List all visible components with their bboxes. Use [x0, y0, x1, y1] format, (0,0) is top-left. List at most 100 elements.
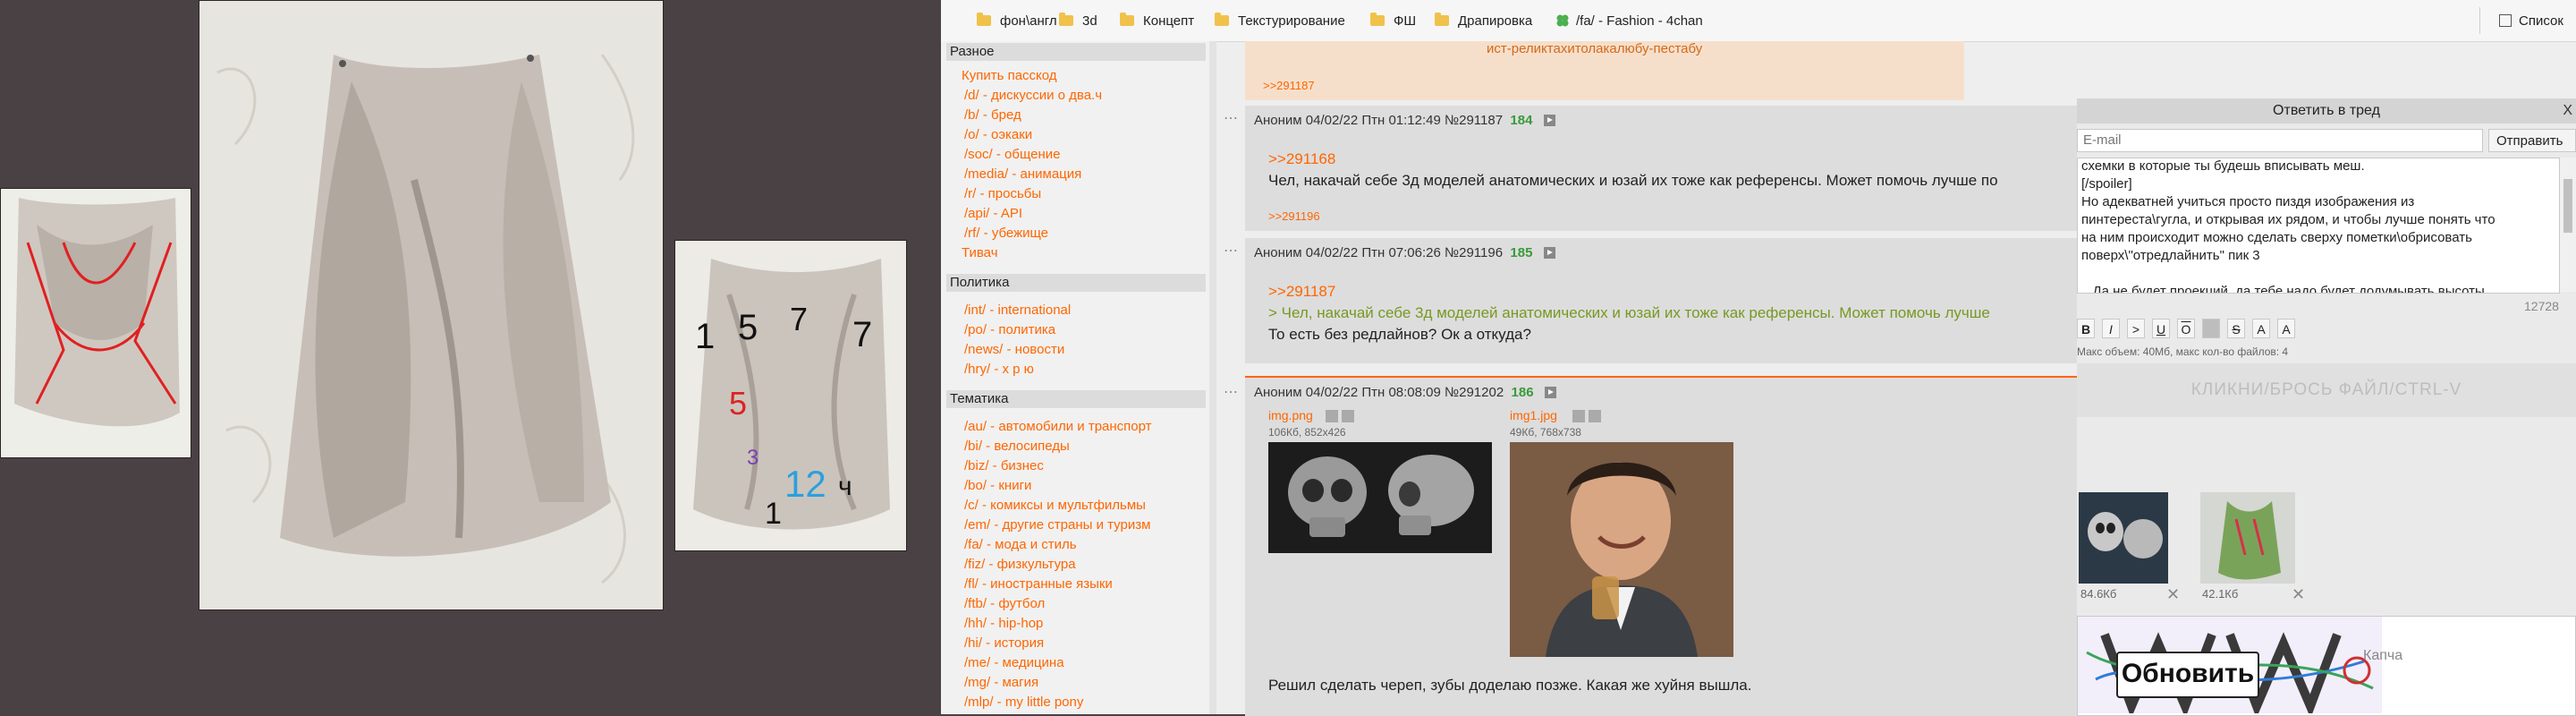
bookmark-fon-angl[interactable]: фон\англ — [977, 12, 1057, 30]
sidebar-link-r[interactable]: /r/ - просьбы — [964, 186, 1041, 201]
sidebar-link-d[interactable]: /d/ - дискуссии о два.ч — [964, 88, 1102, 103]
post-highlighted-fragment: ист-реликтахитолакалюбу-пестабу >>291187 — [1245, 41, 1964, 100]
folder-icon — [1120, 13, 1134, 26]
sidebar-link-c[interactable]: /c/ - комиксы и мультфильмы — [964, 498, 1146, 513]
reply-form-title[interactable]: Ответить в тред — [2077, 98, 2576, 124]
sidebar-link-bo[interactable]: /bo/ - книги — [964, 478, 1031, 493]
sidebar-link-au[interactable]: /au/ - автомобили и транспорт — [964, 419, 1152, 434]
file-dropzone[interactable]: КЛИКНИ/БРОСЬ ФАЙЛ/CTRL-V — [2077, 363, 2576, 417]
drapery-reference-photo-1 — [0, 188, 191, 458]
bookmark-teksturirovanie[interactable]: Текстурирование — [1215, 12, 1345, 30]
svg-text:ч: ч — [838, 472, 852, 501]
sidebar-link-fa[interactable]: /fa/ - мода и стиль — [964, 537, 1077, 552]
sidebar-link-hh[interactable]: /hh/ - hip-hop — [964, 616, 1043, 631]
sidebar-link-rf[interactable]: /rf/ - убежище — [964, 226, 1048, 241]
spoiler-button[interactable] — [2202, 319, 2220, 338]
sidebar-link-mg[interactable]: /mg/ - магия — [964, 675, 1038, 690]
captcha-input[interactable]: Капча — [2363, 648, 2402, 664]
sidebar-link-me[interactable]: /me/ - медицина — [964, 655, 1064, 670]
image-search-icon[interactable] — [1572, 410, 1585, 422]
superscript-button[interactable]: A — [2252, 319, 2270, 338]
sidebar-link-soc[interactable]: /soc/ - общение — [964, 147, 1060, 162]
post-image-laughing-man[interactable] — [1510, 442, 1733, 657]
folder-icon — [1059, 13, 1073, 26]
bookmark-3d[interactable]: 3d — [1059, 12, 1097, 30]
bookmark-fsh[interactable]: ФШ — [1370, 12, 1416, 30]
message-scrollbar-thumb[interactable] — [2563, 179, 2572, 233]
sidebar-scrollbar[interactable] — [1209, 41, 1216, 714]
email-input[interactable] — [2077, 129, 2483, 152]
sidebar-link-media[interactable]: /media/ - анимация — [964, 166, 1081, 182]
post-menu-icon[interactable] — [1543, 247, 1555, 259]
sidebar-link-b[interactable]: /b/ - бред — [964, 107, 1021, 123]
post-menu-icon[interactable] — [1543, 115, 1555, 126]
post-text: То есть без редлайнов? Ок а откуда? — [1268, 326, 1531, 343]
subscript-button[interactable]: A — [2277, 319, 2295, 338]
post-image-skulls[interactable] — [1268, 442, 1492, 553]
post-backlink[interactable]: >>291187 — [1263, 79, 1315, 92]
message-line: ...Да не будет проекций, да тебе надо бу… — [2081, 284, 2485, 294]
sidebar-link-ftb[interactable]: /ftb/ - футбол — [964, 596, 1045, 611]
post-backlink[interactable]: >>291196 — [1268, 209, 1320, 223]
sidebar-link-po[interactable]: /po/ - политика — [964, 322, 1055, 337]
upload-limits: Макс объем: 40Мб, макс кол-во файлов: 4 — [2077, 345, 2289, 358]
post-text: Чел, накачай себе 3д моделей анатомическ… — [1268, 172, 1998, 189]
4chan-clover-icon — [1556, 14, 1569, 27]
sidebar-link-tivach[interactable]: Тивач — [962, 245, 998, 260]
reply-form: Ответить в тред X Отправить схемки в кот… — [2077, 98, 2576, 716]
sidebar-link-o[interactable]: /o/ - оэкаки — [964, 127, 1032, 142]
post-menu-icon[interactable] — [1544, 387, 1556, 398]
sidebar-link-hi[interactable]: /hi/ - история — [964, 635, 1044, 651]
attachment-size: 84.6Кб — [2080, 587, 2117, 601]
drapery-reference-photo-2 — [199, 0, 664, 610]
message-textarea[interactable]: схемки в которые ты будешь вписывать меш… — [2077, 158, 2560, 294]
underline-button[interactable]: U — [2152, 319, 2170, 338]
download-icon[interactable] — [1589, 410, 1601, 422]
post-header: Аноним 04/02/22 Птн 01:12:49 №291187 184 — [1254, 113, 1555, 128]
remove-attachment-icon[interactable]: ✕ — [2292, 585, 2305, 604]
overline-button[interactable]: O — [2177, 319, 2195, 338]
message-line: пинтереста\гугла, и открывая их рядом, и… — [2081, 212, 2496, 227]
post-reply-link[interactable]: >>291168 — [1268, 150, 1335, 168]
sidebar-link-hry[interactable]: /hry/ - х р ю — [964, 362, 1034, 377]
bookmark-koncept[interactable]: Концепт — [1120, 12, 1194, 30]
close-icon[interactable]: X — [2563, 98, 2572, 124]
attachment-thumbnail-1[interactable] — [2079, 492, 2168, 584]
sidebar-link-news[interactable]: /news/ - новости — [964, 342, 1064, 357]
attachment-size: 42.1Кб — [2202, 587, 2239, 601]
italic-button[interactable]: I — [2102, 319, 2120, 338]
folder-icon — [1435, 13, 1449, 26]
post-reply-link[interactable]: >>291187 — [1268, 283, 1335, 301]
remove-attachment-icon[interactable]: ✕ — [2166, 585, 2180, 604]
quote-button[interactable]: > — [2127, 319, 2145, 338]
captcha-refresh-button[interactable]: Обновить — [2116, 652, 2259, 698]
character-counter: 12728 — [2524, 299, 2559, 313]
file-name-link[interactable]: img1.jpg — [1510, 408, 1557, 422]
sidebar-link-em[interactable]: /em/ - другие страны и туризм — [964, 517, 1150, 533]
sidebar-link-bi[interactable]: /bi/ - велосипеды — [964, 439, 1070, 454]
reading-list-button[interactable]: Список — [2499, 12, 2563, 30]
sidebar-link-fiz[interactable]: /fiz/ - физкультура — [964, 557, 1076, 572]
image-search-icon[interactable] — [1326, 410, 1338, 422]
bookmark-4chan-fa[interactable]: /fa/ - Fashion - 4chan — [1556, 12, 1703, 30]
strike-button[interactable]: S — [2227, 319, 2245, 338]
sidebar-link-api[interactable]: /api/ - API — [964, 206, 1022, 221]
folder-icon — [977, 13, 991, 26]
sidebar-link-passcode[interactable]: Купить пасскод — [962, 68, 1057, 83]
sidebar-link-mlp[interactable]: /mlp/ - my little pony — [964, 695, 1083, 710]
file-name-link[interactable]: img.png — [1268, 408, 1313, 422]
svg-text:5: 5 — [738, 308, 758, 347]
post-291196: Аноним 04/02/22 Птн 07:06:26 №291196 185… — [1245, 238, 2084, 363]
download-icon[interactable] — [1342, 410, 1354, 422]
sidebar-link-biz[interactable]: /biz/ - бизнес — [964, 458, 1044, 473]
post-fragment-text: ист-реликтахитолакалюбу-пестабу — [1487, 41, 1703, 56]
bold-button[interactable]: B — [2077, 319, 2095, 338]
post-header: Аноним 04/02/22 Птн 08:08:09 №291202 186 — [1254, 385, 1556, 400]
section-header-politika: Политика — [946, 274, 1206, 292]
attachment-thumbnail-2[interactable] — [2200, 492, 2295, 584]
sidebar-link-fl[interactable]: /fl/ - иностранные языки — [964, 576, 1113, 592]
send-button[interactable]: Отправить — [2488, 129, 2576, 152]
folder-icon — [1215, 13, 1229, 26]
bookmark-drapirovka[interactable]: Драпировка — [1435, 12, 1532, 30]
sidebar-link-int[interactable]: /int/ - international — [964, 303, 1071, 318]
